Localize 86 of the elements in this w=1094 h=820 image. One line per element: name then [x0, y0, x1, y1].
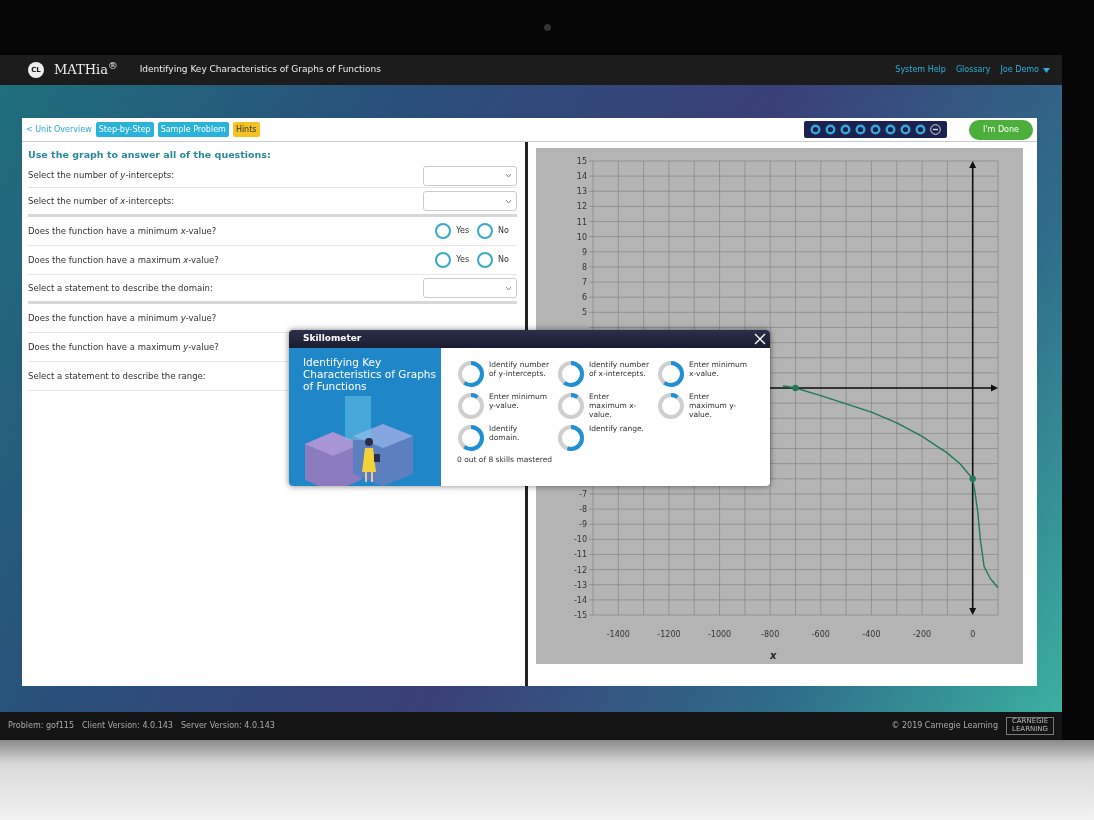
tick-label: -400: [862, 630, 881, 639]
radio-button[interactable]: [477, 223, 494, 240]
skill-gauge: [657, 391, 685, 420]
tick-label: -10: [573, 535, 587, 545]
question-text: Select the number of x-intercepts:: [28, 194, 174, 208]
lesson-title: Identifying Key Characteristics of Graphs of Functions: [139, 63, 381, 77]
skill-gauge: [557, 423, 585, 452]
radio-button[interactable]: [435, 223, 452, 240]
tick-label: 13: [576, 187, 587, 197]
option-label: Yes: [456, 225, 470, 238]
tick-label: -800: [761, 630, 780, 639]
dialog-title: Skillometer: [303, 332, 362, 346]
skill-gauge: [457, 359, 485, 388]
tick-label: -14: [573, 595, 587, 605]
tick-label: -1000: [707, 630, 732, 639]
tick-label: 6: [581, 293, 587, 303]
ring-icon: [855, 124, 867, 135]
tick-label: -15: [573, 611, 587, 620]
tick-label: 0: [970, 630, 976, 639]
tick-label: -7: [579, 489, 587, 499]
intercept-point: [792, 384, 799, 392]
tick-label: 15: [576, 157, 587, 166]
tick-label: -11: [573, 550, 587, 560]
question-text: Does the function have a maximum y-value?: [28, 340, 219, 354]
ring-icon: [885, 124, 897, 135]
tick-label: 12: [576, 202, 587, 212]
intercept-point: [969, 475, 976, 482]
tick-label: 9: [581, 247, 587, 257]
user-menu[interactable]: Joe Demo: [1000, 64, 1050, 76]
tick-label: -13: [573, 580, 587, 590]
ring-icon: [900, 124, 912, 135]
tick-label: -8: [579, 505, 587, 515]
server-version: Server Version: 4.0.143: [180, 720, 275, 732]
tick-label: -1400: [606, 630, 630, 639]
ring-icon: [915, 124, 927, 135]
question-text: Does the function have a minimum x-value?: [28, 224, 217, 238]
client-version: Client Version: 4.0.143: [82, 720, 173, 732]
dropdown-field[interactable]: [423, 278, 517, 299]
dropdown-field[interactable]: [423, 165, 517, 186]
skill-heading: Identifying Key Characteristics of Graphs of Functions: [303, 355, 437, 392]
tick-label: 8: [581, 262, 587, 272]
option-label: Yes: [456, 254, 470, 267]
minus-circle-icon[interactable]: [930, 124, 942, 135]
skill-gauge: [457, 423, 485, 452]
tick-label: -600: [811, 630, 830, 639]
skill-gauge: [457, 391, 485, 420]
tick-label: 14: [576, 172, 587, 182]
radio-button[interactable]: [435, 252, 452, 269]
chevron-icon: [505, 173, 512, 179]
chevron-icon: [505, 285, 512, 291]
nav-link[interactable]: Glossary: [955, 64, 991, 76]
ring-icon: [810, 124, 822, 135]
option-label: No: [498, 225, 509, 238]
question-text: Select a statement to describe the range:: [28, 369, 206, 383]
app-name: MATHia$^{®}$: [54, 60, 118, 80]
tick-label: -1200: [657, 630, 681, 639]
question-text: Does the function have a minimum y-value?: [28, 311, 217, 325]
question-text: Does the function have a maximum x-value?: [28, 253, 219, 267]
dropdown-field[interactable]: [423, 191, 517, 212]
nav-link[interactable]: System Help: [895, 64, 946, 76]
camera-icon: [543, 24, 551, 31]
tick-label: 7: [581, 278, 587, 288]
hints-button[interactable]: Hints: [232, 121, 260, 138]
option-label: No: [498, 254, 509, 267]
problem-id: Problem: gof115: [8, 720, 74, 732]
skill-gauge: [557, 359, 585, 388]
tick-label: -12: [573, 565, 587, 575]
radio-button[interactable]: [477, 252, 494, 269]
tick-label: 10: [576, 232, 587, 242]
skill-gauge: [557, 391, 585, 420]
question-text: Select the number of y-intercepts:: [28, 169, 174, 183]
tick-label: -200: [913, 630, 932, 639]
tick-label: 5: [581, 308, 587, 318]
ring-icon: [870, 124, 882, 135]
chevron-icon: [505, 198, 512, 204]
ring-icon: [825, 124, 837, 135]
tick-label: 11: [576, 217, 587, 227]
skill-gauge: [657, 359, 685, 388]
copyright-text: © 2019 Carnegie Learning: [891, 720, 998, 732]
close-button[interactable]: [754, 332, 766, 345]
instructions-heading: Use the graph to answer all of the questions:: [28, 148, 272, 162]
axis-label: x: [769, 650, 777, 661]
ring-icon: [840, 124, 852, 135]
caret-icon[interactable]: [1043, 67, 1050, 73]
question-text: Select a statement to describe the domain:: [28, 281, 213, 295]
tick-label: -9: [579, 520, 587, 530]
